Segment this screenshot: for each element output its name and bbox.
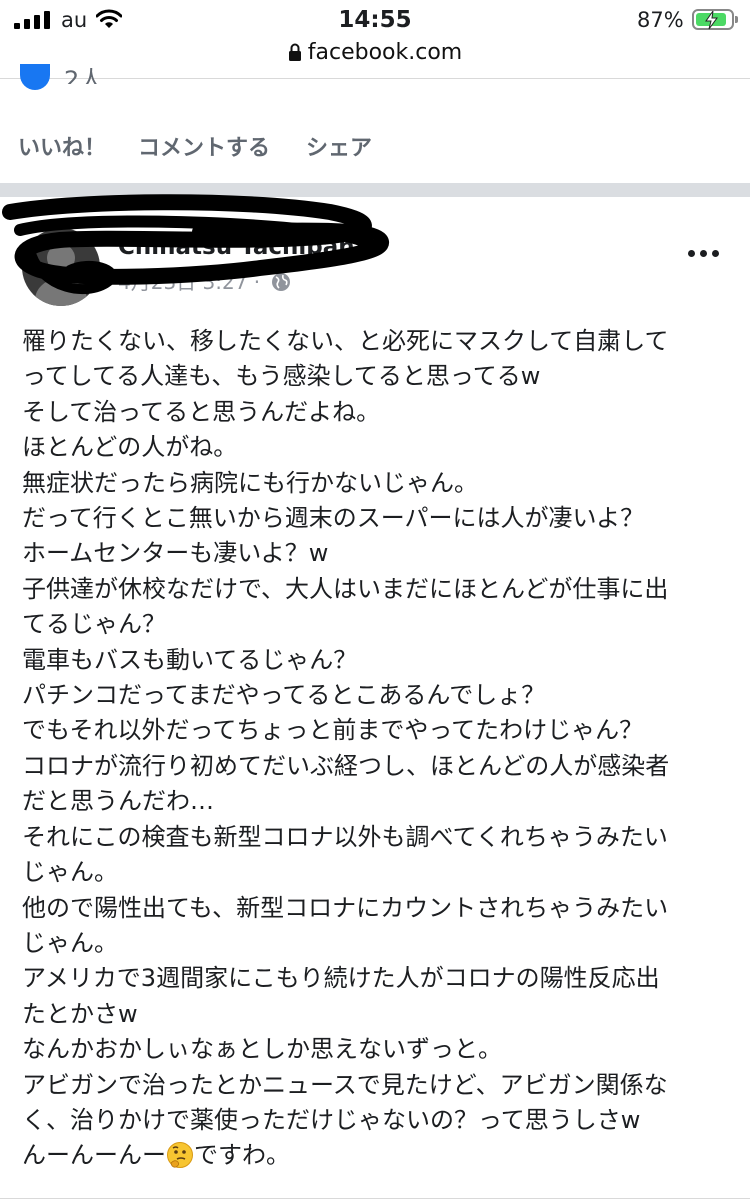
battery-percent: 87% xyxy=(637,8,684,32)
post-line: ほとんどの人がね。 xyxy=(22,433,238,462)
post-line: ってしてる人達も、もう感染してると思ってるw xyxy=(22,362,541,391)
post-line: たとかさw xyxy=(22,999,138,1028)
post-line: コロナが流行り初めてだいぶ経つし、ほとんどの人が感染者 xyxy=(22,751,670,780)
post-line-last: んーんーんー ですわ。 xyxy=(22,1141,290,1170)
post-line: でもそれ以外だってちょっと前までやってたわけじゃん？ xyxy=(22,716,644,745)
post-line: パチンコだってまだやってるとこあるんでしょ？ xyxy=(22,681,546,710)
post-line: 電車もバスも動いてるじゃん？ xyxy=(22,645,358,674)
battery-icon xyxy=(692,9,738,30)
comment-button[interactable]: コメントする xyxy=(138,130,270,162)
post-line: 罹りたくない、移したくない、と必死にマスクして自粛して xyxy=(22,327,669,355)
post-line: アビガンで治ったとかニュースで見たけど、アビガン関係な xyxy=(22,1070,668,1099)
post-line: だって行くとこ無いから週末のスーパーには人が凄いよ？ xyxy=(22,504,645,533)
post-line: ホームセンターも凄いよ？w xyxy=(22,539,329,568)
post-body: 罹りたくない、移したくない、と必死にマスクして自粛して ってしてる人達も、もう感染… xyxy=(22,324,737,1174)
post-line: それにこの検査も新型コロナ以外も調べてくれちゃうみたい xyxy=(22,822,668,851)
post-action-bar: いいね！ コメントする シェア xyxy=(0,130,750,164)
address-bar[interactable]: facebook.com xyxy=(0,40,750,65)
lock-icon xyxy=(288,43,301,61)
post-line: なんかおかしぃなぁとしか思えないずっと。 xyxy=(22,1035,502,1064)
post-line: だと思うんだわ… xyxy=(22,787,214,816)
post-line: く、治りかけで薬使っただけじゃないの？って思うしさw xyxy=(22,1105,641,1134)
post-line: 他ので陽性出ても、新型コロナにカウントされちゃうみたい xyxy=(22,893,669,922)
post-line: じゃん。 xyxy=(22,928,118,957)
divider xyxy=(0,1198,750,1199)
status-bar: au 14:55 87% xyxy=(0,0,750,44)
post-line: てるじゃん？ xyxy=(22,610,166,639)
share-button[interactable]: シェア xyxy=(306,130,372,162)
divider xyxy=(0,78,750,79)
post-line: じゃん。 xyxy=(22,858,118,887)
url-text: facebook.com xyxy=(307,40,463,65)
post-line: アメリカで3週間家にこもり続けた人がコロナの陽性反応出 xyxy=(22,964,660,993)
post-line: 無症状だったら病院にも行かないじゃん。 xyxy=(22,468,478,497)
reaction-count[interactable]: 2人 xyxy=(64,60,103,84)
post-line: 子供達が休校なだけで、大人はいまだにほとんどが仕事に出 xyxy=(22,574,669,603)
post-line: そして治ってると思うんだよね。 xyxy=(22,397,381,426)
like-reaction-icon[interactable] xyxy=(20,64,50,90)
thinking-face-emoji-icon xyxy=(166,1141,194,1169)
like-button[interactable]: いいね！ xyxy=(18,130,106,162)
redaction-scribble xyxy=(2,194,390,295)
